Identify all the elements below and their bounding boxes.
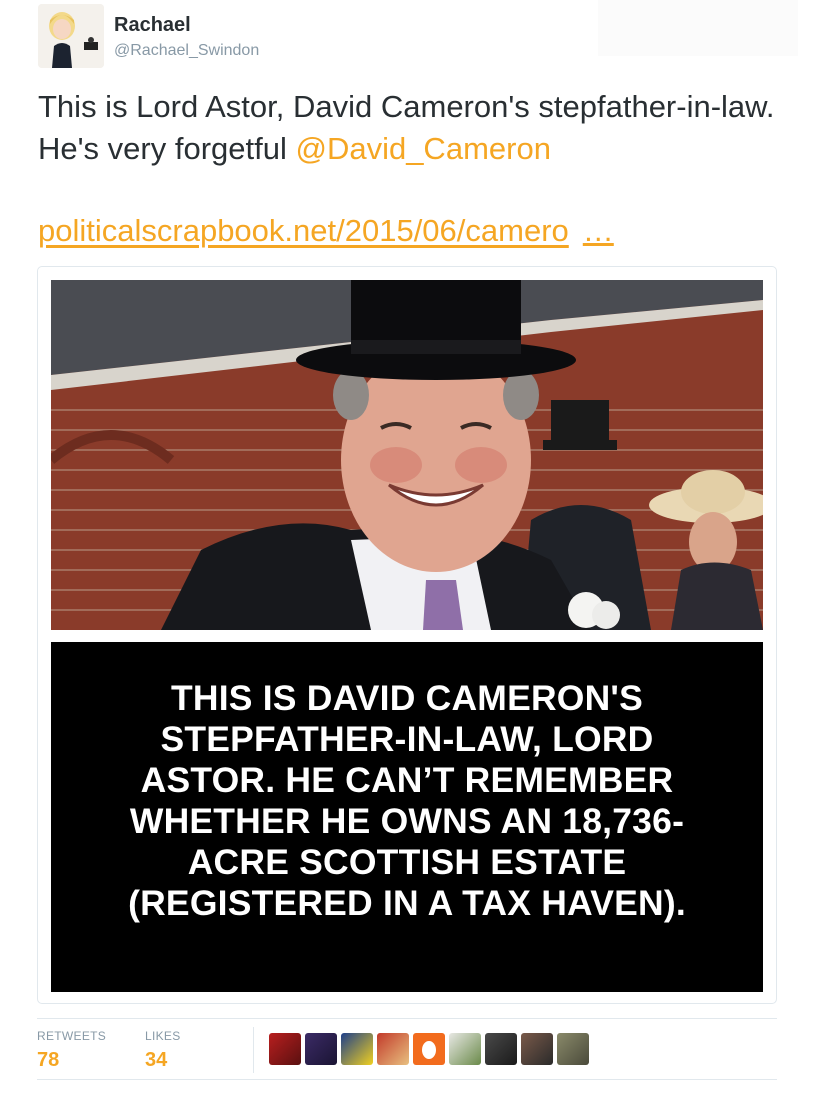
caption-line: ACRE SCOTTISH ESTATE	[187, 842, 627, 882]
retweets-count: 78	[37, 1049, 60, 1071]
user-handle[interactable]: @Rachael_Swindon	[114, 42, 259, 60]
caption-line: WHETHER HE OWNS AN 18,736-	[129, 801, 685, 841]
likes-stat[interactable]: LIKES 34	[145, 1029, 181, 1072]
article-link[interactable]: politicalscrapbook.net/2015/06/camero	[38, 213, 569, 248]
user-avatar[interactable]	[38, 4, 104, 68]
liker-avatars	[269, 1033, 589, 1067]
caption-line: (REGISTERED IN A TAX HAVEN).	[128, 883, 686, 923]
stats-divider	[253, 1027, 254, 1073]
liker-avatar[interactable]	[269, 1033, 301, 1065]
follow-area	[598, 0, 798, 56]
link-ellipsis[interactable]: …	[583, 213, 614, 248]
retweets-label: RETWEETS	[37, 1029, 107, 1043]
caption-line: ASTOR. HE CAN’T REMEMBER	[140, 760, 674, 800]
retweets-stat[interactable]: RETWEETS 78	[37, 1029, 106, 1072]
caption-line: STEPFATHER-IN-LAW, LORD	[160, 719, 654, 759]
caption-text: THIS IS DAVID CAMERON'S STEPFATHER-IN-LA…	[51, 678, 763, 924]
caption-line: THIS IS DAVID CAMERON'S	[171, 678, 643, 718]
liker-avatar[interactable]	[377, 1033, 409, 1065]
caption-box: THIS IS DAVID CAMERON'S STEPFATHER-IN-LA…	[51, 642, 763, 992]
liker-avatar[interactable]	[341, 1033, 373, 1065]
likes-label: LIKES	[145, 1029, 181, 1043]
liker-avatar[interactable]	[485, 1033, 517, 1065]
liker-avatar[interactable]	[413, 1033, 445, 1065]
tweet-stats: RETWEETS 78 LIKES 34	[37, 1018, 777, 1080]
photo-lord-astor[interactable]	[51, 280, 763, 630]
mention-link[interactable]: @David_Cameron	[295, 131, 550, 166]
liker-avatar[interactable]	[557, 1033, 589, 1065]
user-display-name[interactable]: Rachael	[114, 14, 191, 37]
tweet-text: This is Lord Astor, David Cameron's step…	[38, 86, 798, 170]
liker-avatar[interactable]	[449, 1033, 481, 1065]
liker-avatar[interactable]	[521, 1033, 553, 1065]
media-card[interactable]: THIS IS DAVID CAMERON'S STEPFATHER-IN-LA…	[37, 266, 777, 1004]
likes-count: 34	[145, 1049, 168, 1071]
tweet-link-line: politicalscrapbook.net/2015/06/camero …	[38, 210, 614, 252]
tweet-header: Rachael @Rachael_Swindon	[38, 4, 598, 68]
liker-avatar[interactable]	[305, 1033, 337, 1065]
